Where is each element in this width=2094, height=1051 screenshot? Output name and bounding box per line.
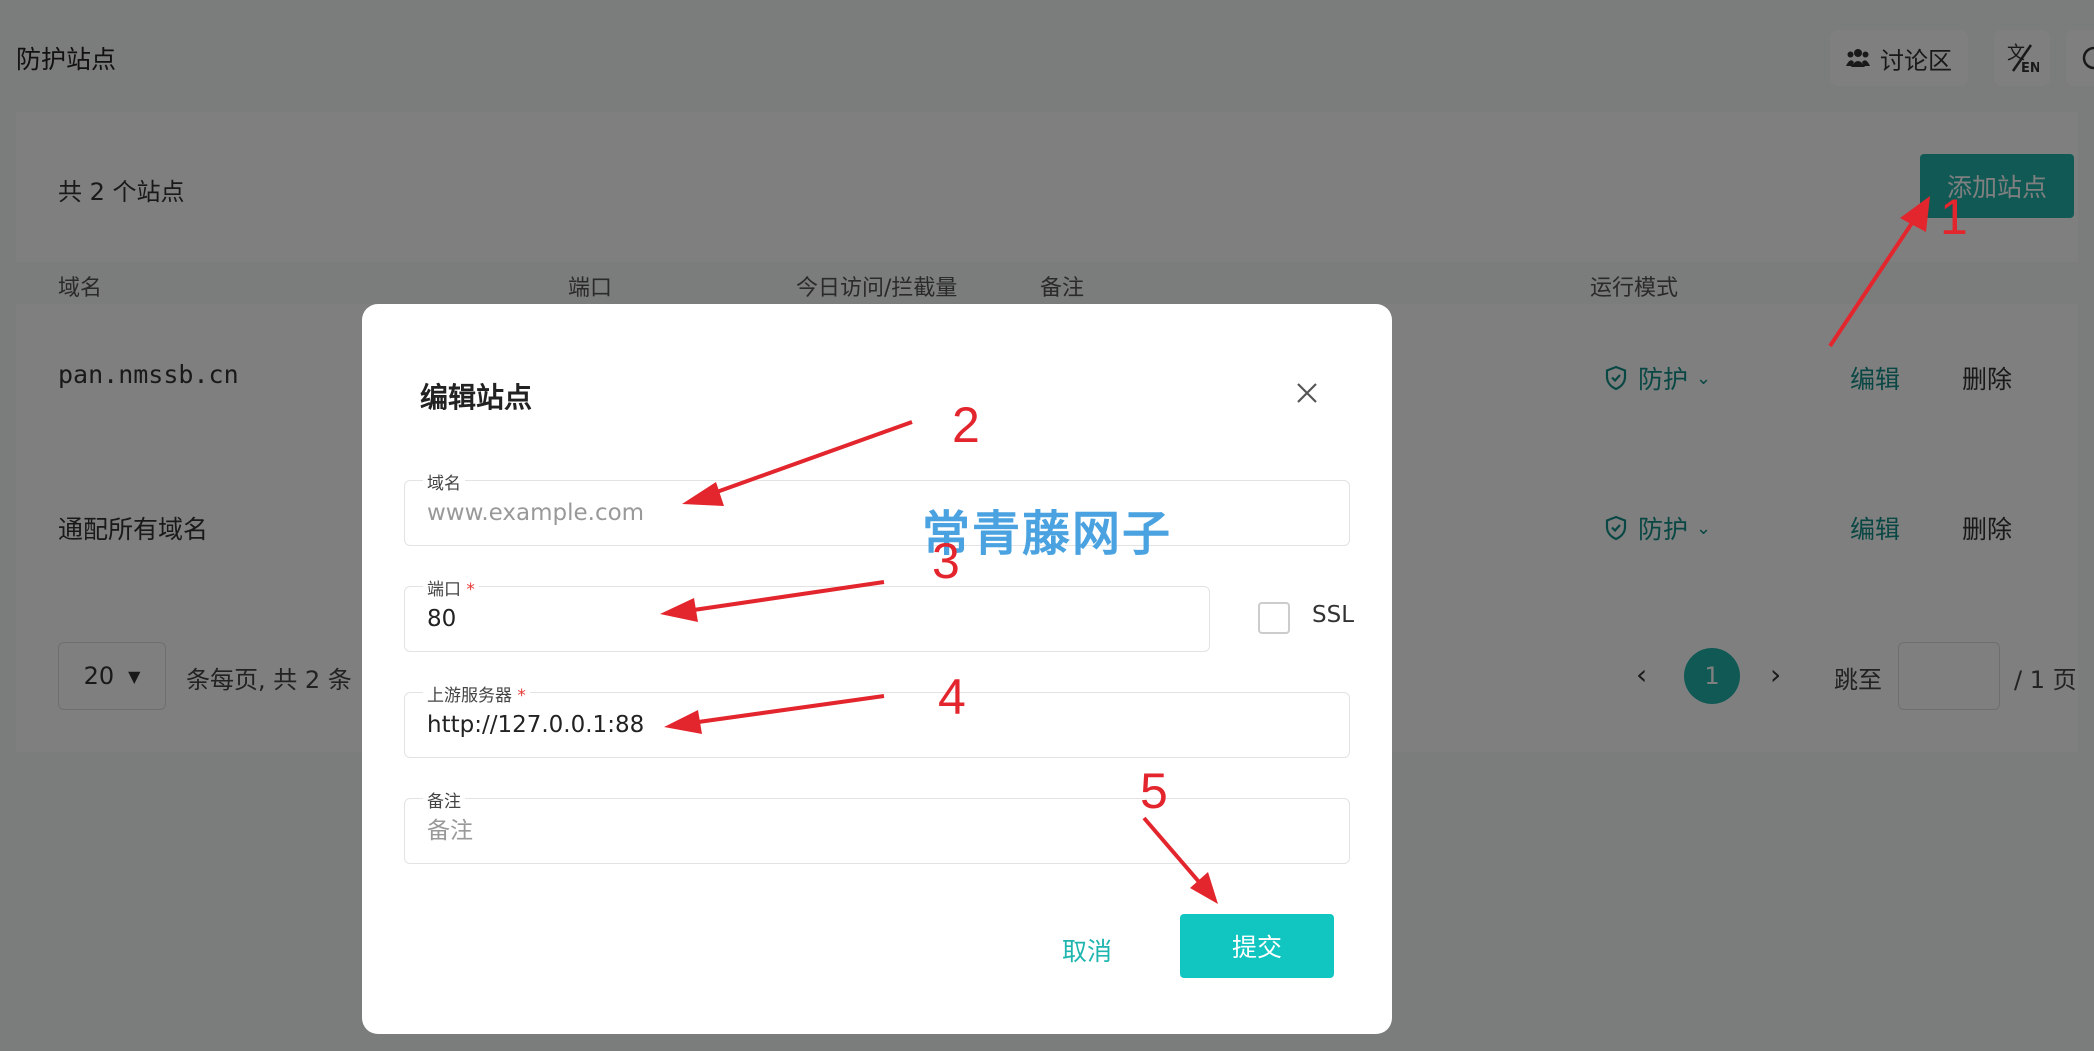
annotation-number: 1 — [1940, 189, 1968, 245]
domain-field: 域名 — [404, 469, 1350, 546]
edit-site-dialog: 编辑站点 域名 端口 * SSL 上游服务器 * 备注 取消 提交 — [362, 304, 1392, 1034]
remark-input[interactable] — [427, 799, 1327, 863]
remark-field: 备注 — [404, 787, 1350, 864]
annotation-number: 5 — [1140, 763, 1168, 819]
port-input[interactable] — [427, 587, 1187, 651]
ssl-checkbox[interactable] — [1258, 602, 1290, 634]
port-field: 端口 * — [404, 575, 1210, 652]
annotation-number: 4 — [938, 669, 966, 725]
upstream-field: 上游服务器 * — [404, 681, 1350, 758]
annotation-number: 2 — [952, 397, 980, 453]
submit-button[interactable]: 提交 — [1180, 914, 1334, 978]
close-icon[interactable] — [1290, 376, 1324, 410]
upstream-input[interactable] — [427, 693, 1327, 757]
dialog-title: 编辑站点 — [420, 381, 533, 414]
domain-input[interactable] — [427, 481, 1327, 545]
ssl-label: SSL — [1312, 602, 1355, 628]
cancel-button[interactable]: 取消 — [1062, 932, 1112, 968]
annotation-number: 3 — [932, 533, 960, 589]
